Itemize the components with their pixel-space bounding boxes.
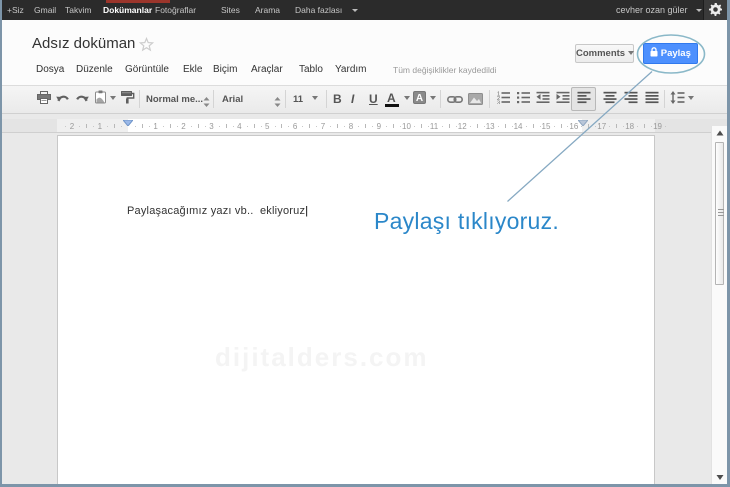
svg-text:A: A — [416, 93, 423, 104]
svg-text:3: 3 — [497, 101, 500, 105]
